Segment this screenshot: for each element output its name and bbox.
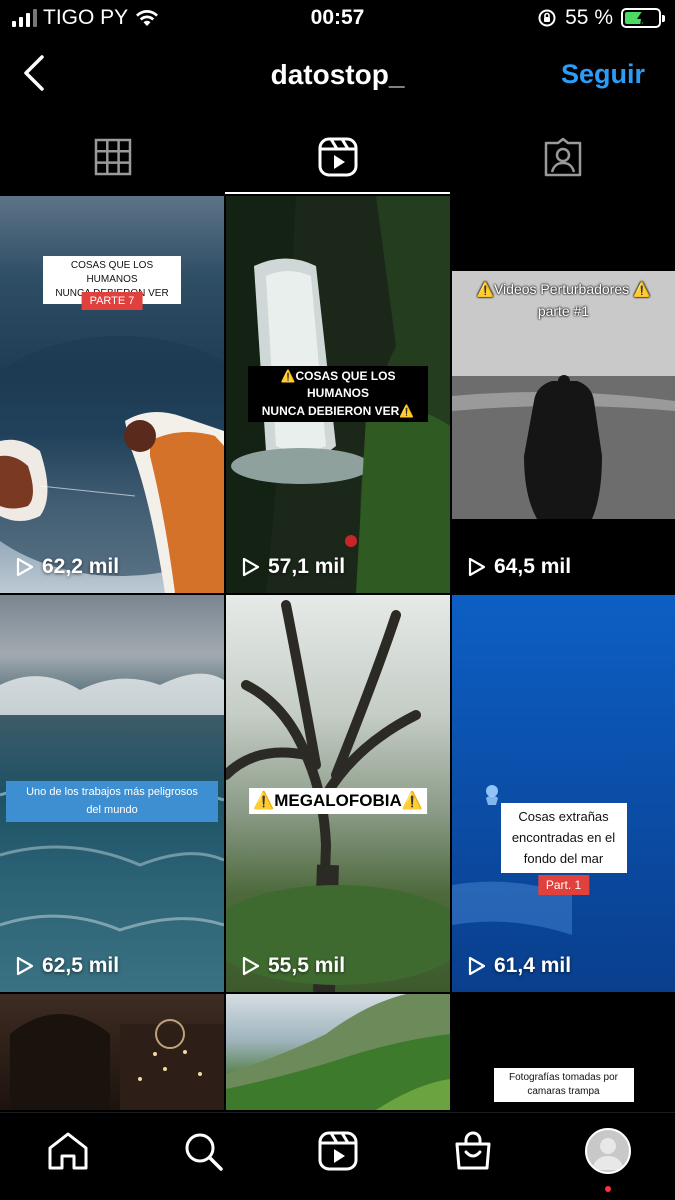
reel-thumbnail[interactable]: COSAS QUE LOS HUMANOS NUNCA DEBIERON VER…: [0, 196, 224, 593]
nav-reels[interactable]: [270, 1113, 405, 1200]
play-icon: [468, 557, 486, 577]
view-count: 55,5 mil: [242, 954, 345, 978]
play-icon: [242, 956, 260, 976]
shop-icon: [455, 1131, 490, 1169]
reel-thumbnail-image: [226, 994, 450, 1110]
reel-caption: ⚠️COSAS QUE LOS HUMANOS NUNCA DEBIERON V…: [248, 366, 428, 423]
tab-tagged[interactable]: [450, 118, 675, 196]
reel-caption: Cosas extrañas encontradas en el fondo d…: [500, 803, 627, 874]
chevron-left-icon: [24, 55, 44, 91]
search-icon: [185, 1133, 223, 1171]
reel-thumbnail[interactable]: Fotografías tomadas por camaras trampa: [452, 994, 675, 1110]
reel-tag: PARTE 7: [81, 292, 143, 310]
reel-thumbnail[interactable]: ⚠️COSAS QUE LOS HUMANOS NUNCA DEBIERON V…: [226, 196, 450, 593]
reels-icon: [318, 1131, 357, 1170]
battery-percent: 55 %: [565, 6, 613, 29]
reel-caption: Uno de los trabajos más peligrosos del m…: [6, 781, 218, 823]
nav-home[interactable]: [0, 1113, 135, 1200]
view-count: 62,5 mil: [16, 954, 119, 978]
view-count: 61,4 mil: [468, 954, 571, 978]
reel-thumbnail[interactable]: [0, 994, 224, 1110]
reel-caption: Fotografías tomadas por camaras trampa: [493, 1068, 634, 1102]
profile-header: datostop_ Seguir: [0, 45, 675, 105]
reel-thumbnail[interactable]: ⚠️MEGALOFOBIA⚠️ 55,5 mil: [226, 595, 450, 992]
orientation-lock-icon: [538, 9, 556, 27]
follow-button[interactable]: Seguir: [561, 59, 645, 90]
reel-caption: ⚠️Videos Perturbadores ⚠️ parte #1: [476, 281, 651, 320]
status-bar: TIGO PY 00:57 55 %: [0, 0, 675, 40]
reel-thumbnail[interactable]: ⚠️Videos Perturbadores ⚠️ parte #1 64,5 …: [452, 196, 675, 593]
tab-reels[interactable]: [225, 118, 450, 196]
battery-icon: [621, 8, 665, 28]
nav-search[interactable]: [135, 1113, 270, 1200]
reels-grid: COSAS QUE LOS HUMANOS NUNCA DEBIERON VER…: [0, 196, 675, 1112]
play-icon: [468, 956, 486, 976]
avatar: [584, 1127, 631, 1174]
play-icon: [16, 557, 34, 577]
play-icon: [16, 956, 34, 976]
grid-icon: [94, 138, 131, 176]
bottom-nav: [0, 1112, 675, 1200]
view-count: 57,1 mil: [242, 555, 345, 579]
nav-profile[interactable]: [540, 1113, 675, 1200]
profile-avatar-icon: [591, 1137, 624, 1170]
nav-shop[interactable]: [405, 1113, 540, 1200]
reel-caption: ⚠️MEGALOFOBIA⚠️: [249, 788, 427, 814]
view-count: 62,2 mil: [16, 555, 119, 579]
reel-thumbnail[interactable]: [226, 994, 450, 1110]
home-icon: [48, 1132, 87, 1169]
reel-tag: Part. 1: [537, 875, 590, 895]
reel-thumbnail-image: [452, 271, 675, 519]
reel-thumbnail-image: [10, 1014, 224, 1110]
tab-grid[interactable]: [0, 118, 225, 196]
play-icon: [242, 557, 260, 577]
tagged-icon: [544, 137, 581, 177]
notification-dot: [604, 1186, 611, 1192]
view-count: 64,5 mil: [468, 555, 571, 579]
reel-thumbnail[interactable]: Uno de los trabajos más peligrosos del m…: [0, 595, 224, 992]
reels-icon: [318, 137, 357, 177]
back-button[interactable]: [18, 53, 54, 93]
reel-thumbnail-image: [452, 785, 572, 935]
reel-thumbnail[interactable]: Cosas extrañas encontradas en el fondo d…: [452, 595, 675, 992]
profile-tabs: [0, 118, 675, 196]
charging-bolt-icon: [637, 10, 647, 26]
